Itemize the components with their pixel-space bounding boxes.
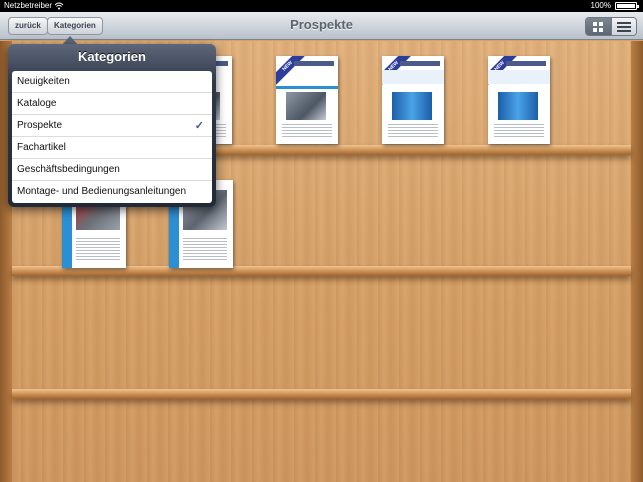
brochure-thumbnail[interactable]: NEW (276, 56, 338, 144)
grid-view-button[interactable] (586, 18, 611, 35)
category-item-kataloge[interactable]: Kataloge (12, 93, 212, 115)
categories-popover: Kategorien Neuigkeiten Kataloge Prospekt… (8, 44, 216, 207)
category-label: Kataloge (17, 98, 57, 109)
brochure-text (76, 238, 120, 262)
category-item-prospekte[interactable]: Prospekte ✓ (12, 115, 212, 137)
category-item-neuigkeiten[interactable]: Neuigkeiten (12, 71, 212, 93)
category-item-fachartikel[interactable]: Fachartikel (12, 137, 212, 159)
brochure-image (286, 92, 326, 120)
list-view-button[interactable] (610, 18, 636, 35)
shelf-side-right (631, 41, 643, 482)
brochure-header (294, 61, 334, 66)
shelf-board-3 (12, 389, 631, 399)
brochure-thumbnail[interactable]: NEW (382, 56, 444, 144)
brochure-text (494, 124, 544, 138)
brochure-header (506, 61, 546, 66)
navigation-bar: zurück Kategorien Prospekte (0, 12, 643, 40)
carrier-label: Netzbetreiber (4, 1, 53, 10)
category-label: Montage- und Bedienungsanleitungen (17, 186, 187, 197)
category-label: Geschäftsbedingungen (17, 164, 120, 175)
brochure-thumbnail[interactable]: NEW (488, 56, 550, 144)
category-label: Fachartikel (17, 142, 66, 153)
battery-percent: 100% (590, 1, 611, 10)
status-bar: Netzbetreiber 100% (0, 0, 643, 12)
brochure-text (388, 124, 438, 138)
brochure-text (282, 124, 332, 138)
brochure-header (400, 61, 440, 66)
list-icon (616, 21, 631, 32)
view-mode-toggle (585, 17, 637, 36)
wifi-icon (54, 2, 64, 10)
brochure-band (382, 70, 444, 84)
category-item-montage[interactable]: Montage- und Bedienungsanleitungen (12, 181, 212, 203)
checkmark-icon: ✓ (194, 120, 204, 132)
page-title: Prospekte (290, 17, 353, 32)
brochure-image (392, 92, 432, 120)
brochure-text (183, 238, 227, 262)
brochure-band (276, 86, 338, 89)
popover-title: Kategorien (78, 49, 146, 64)
category-label: Neuigkeiten (17, 76, 70, 87)
category-label: Prospekte (17, 120, 63, 131)
brochure-image (498, 92, 538, 120)
battery-icon (615, 2, 639, 10)
category-list: Neuigkeiten Kataloge Prospekte ✓ Facharti… (12, 71, 212, 203)
grid-icon (593, 21, 604, 32)
brochure-band (488, 70, 550, 84)
category-item-geschaeftsbedingungen[interactable]: Geschäftsbedingungen (12, 159, 212, 181)
